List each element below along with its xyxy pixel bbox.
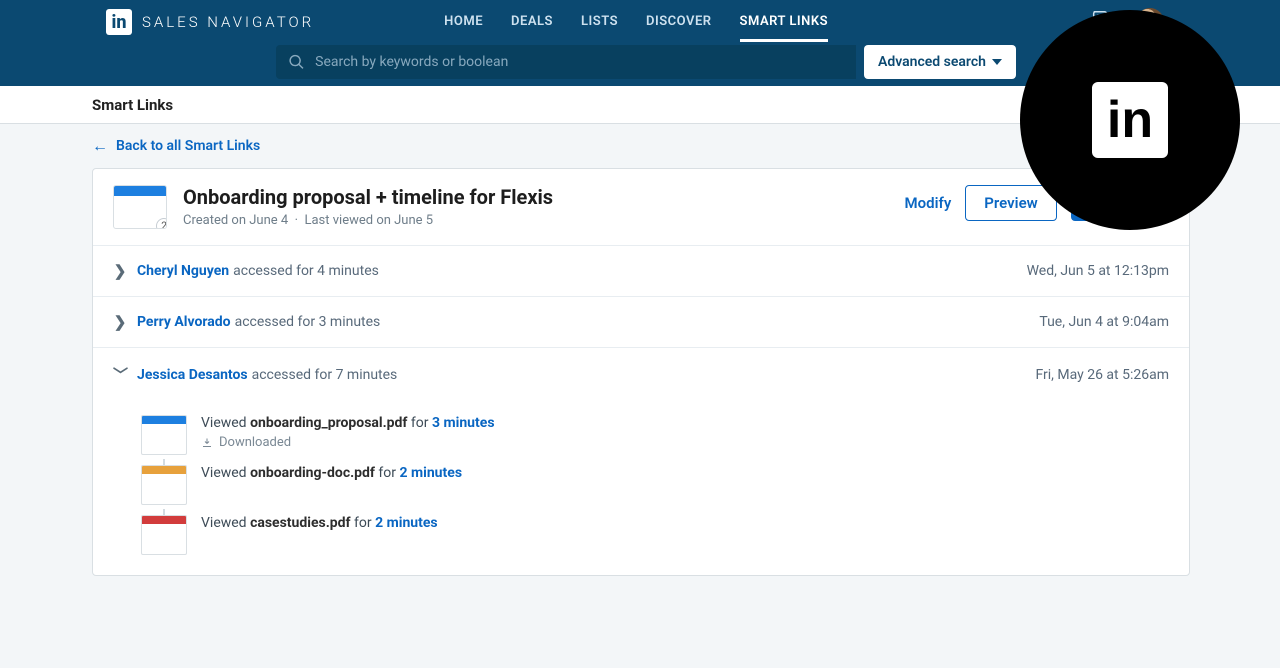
- smartlink-card: 2 Onboarding proposal + timeline for Fle…: [92, 168, 1190, 576]
- search-icon: [288, 53, 305, 71]
- arrow-left-icon: ←: [92, 136, 108, 156]
- backlink-label: Back to all Smart Links: [116, 138, 260, 154]
- document-filename: onboarding-doc.pdf: [250, 465, 375, 481]
- search-input[interactable]: [315, 54, 844, 70]
- nav-link-discover[interactable]: DISCOVER: [646, 2, 712, 42]
- chevron-right-icon[interactable]: ❯: [113, 262, 127, 280]
- for-text: for: [351, 515, 376, 531]
- document-text-block: Viewed casestudies.pdf for 2 minutes: [201, 515, 438, 531]
- viewer-timestamp: Wed, Jun 5 at 12:13pm: [1027, 263, 1169, 279]
- document-item: Viewed casestudies.pdf for 2 minutes: [141, 515, 1169, 555]
- linkedin-in-icon: in: [1092, 82, 1168, 158]
- modify-button[interactable]: Modify: [905, 194, 952, 212]
- document-item: Viewed onboarding_proposal.pdf for 3 min…: [141, 415, 1169, 455]
- brand-text: SALES NAVIGATOR: [142, 13, 314, 31]
- nav-link-deals[interactable]: DEALS: [511, 2, 553, 42]
- document-text-block: Viewed onboarding-doc.pdf for 2 minutes: [201, 465, 462, 481]
- viewed-prefix: Viewed: [201, 415, 250, 431]
- viewer-access-text: accessed for 3 minutes: [235, 314, 381, 330]
- nav-link-smart-links[interactable]: SMART LINKS: [740, 2, 829, 42]
- page-title: Smart Links: [92, 96, 173, 114]
- nav-links: HOME DEALS LISTS DISCOVER SMART LINKS: [444, 2, 828, 42]
- viewed-prefix: Viewed: [201, 465, 250, 481]
- package-count-badge: 2: [156, 218, 167, 229]
- viewer-expanded-body: Viewed onboarding_proposal.pdf for 3 min…: [93, 401, 1189, 575]
- document-thumbnail: [141, 415, 187, 455]
- viewer-row[interactable]: ﹀ Jessica Desantos accessed for 7 minutes…: [93, 347, 1189, 401]
- viewer-name[interactable]: Jessica Desantos: [137, 367, 248, 383]
- view-duration[interactable]: 2 minutes: [399, 465, 462, 481]
- advanced-search-label: Advanced search: [878, 54, 986, 70]
- linkedin-watermark-badge: in: [1020, 10, 1240, 230]
- advanced-search-button[interactable]: Advanced search: [864, 45, 1016, 79]
- nav-link-lists[interactable]: LISTS: [581, 2, 618, 42]
- search-box[interactable]: [276, 45, 856, 79]
- package-thumbnail: 2: [113, 185, 167, 229]
- for-text: for: [375, 465, 400, 481]
- linkedin-logo-icon: in: [106, 9, 132, 35]
- caret-down-icon: [992, 59, 1002, 65]
- viewer-name[interactable]: Cheryl Nguyen: [137, 263, 229, 279]
- card-header: 2 Onboarding proposal + timeline for Fle…: [93, 169, 1189, 245]
- viewer-row[interactable]: ❯ Cheryl Nguyen accessed for 4 minutes Wed…: [93, 245, 1189, 296]
- document-thumbnail: [141, 515, 187, 555]
- nav-link-home[interactable]: HOME: [444, 2, 483, 42]
- package-meta: Created on June 4 · Last viewed on June …: [183, 213, 553, 228]
- viewer-name[interactable]: Perry Alvorado: [137, 314, 231, 330]
- viewer-timestamp: Fri, May 26 at 5:26am: [1035, 367, 1169, 383]
- chevron-right-icon[interactable]: ❯: [113, 313, 127, 331]
- brand: in SALES NAVIGATOR: [106, 9, 314, 35]
- document-filename: casestudies.pdf: [250, 515, 350, 531]
- viewer-access-text: accessed for 7 minutes: [252, 367, 398, 383]
- viewer-row[interactable]: ❯ Perry Alvorado accessed for 3 minutes Tu…: [93, 296, 1189, 347]
- download-icon: [201, 437, 213, 449]
- downloaded-indicator: Downloaded: [201, 435, 495, 450]
- document-thumbnail: [141, 465, 187, 505]
- view-duration[interactable]: 2 minutes: [375, 515, 438, 531]
- view-duration[interactable]: 3 minutes: [432, 415, 495, 431]
- document-text-block: Viewed onboarding_proposal.pdf for 3 min…: [201, 415, 495, 450]
- viewed-prefix: Viewed: [201, 515, 250, 531]
- viewer-timestamp: Tue, Jun 4 at 9:04am: [1039, 314, 1169, 330]
- chevron-down-icon[interactable]: ﹀: [113, 364, 127, 385]
- package-title: Onboarding proposal + timeline for Flexi…: [183, 185, 553, 209]
- card-titles: Onboarding proposal + timeline for Flexi…: [183, 185, 553, 228]
- document-item: Viewed onboarding-doc.pdf for 2 minutes: [141, 465, 1169, 505]
- preview-button[interactable]: Preview: [965, 185, 1056, 221]
- for-text: for: [407, 415, 432, 431]
- viewer-access-text: accessed for 4 minutes: [233, 263, 379, 279]
- document-filename: onboarding_proposal.pdf: [250, 415, 407, 431]
